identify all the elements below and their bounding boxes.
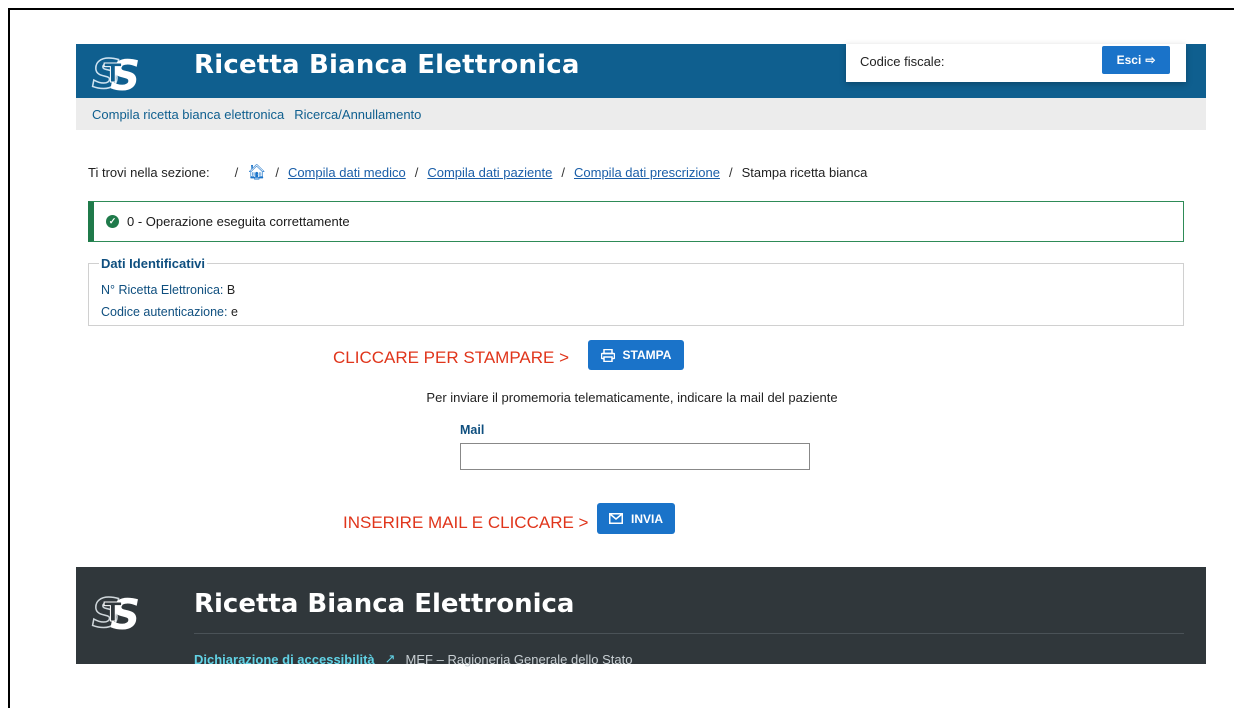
nav-item-ricerca[interactable]: Ricerca/Annullamento	[294, 107, 421, 122]
app-header: S S T Ricetta Bianca Elettronica Codice …	[76, 44, 1206, 98]
breadcrumb-prefix: Ti trovi nella sezione:	[88, 164, 210, 180]
success-alert: ✓ 0 - Operazione eseguita correttamente	[88, 201, 1184, 242]
ricetta-row: N° Ricetta Elettronica: B	[101, 283, 235, 297]
sts-logo-icon: S S T	[91, 51, 140, 96]
printer-icon	[600, 348, 615, 362]
footer-divider	[194, 633, 1184, 634]
breadcrumb-medico[interactable]: Compila dati medico	[288, 165, 406, 180]
exit-button[interactable]: Esci ⇨	[1102, 46, 1170, 74]
mail-instruction: Per inviare il promemoria telematicament…	[426, 390, 838, 405]
breadcrumb-paziente[interactable]: Compila dati paziente	[427, 165, 552, 180]
mail-label: Mail	[460, 423, 485, 437]
home-icon[interactable]: 🏠︎	[247, 163, 266, 181]
footer: S S T Ricetta Bianca Elettronica Dichiar…	[76, 567, 1206, 667]
codice-value: e	[230, 305, 238, 319]
print-annotation: CLICCARE PER STAMPARE >	[333, 348, 570, 367]
accessibility-link[interactable]: Dichiarazione di accessibilità	[194, 652, 375, 667]
breadcrumb: Ti trovi nella sezione: / 🏠︎ / Compila d…	[88, 163, 868, 181]
footer-title: Ricetta Bianca Elettronica	[194, 589, 575, 619]
invia-label: INVIA	[630, 511, 663, 526]
exit-label: Esci	[1116, 53, 1142, 67]
codice-label: Codice autenticazione:	[101, 305, 228, 319]
dati-identificativi-panel: Dati Identificativi N° Ricetta Elettroni…	[88, 256, 1184, 326]
footer-sts-logo-icon: S S T	[91, 590, 140, 635]
mail-input[interactable]	[460, 443, 810, 470]
dati-legend: Dati Identificativi	[99, 256, 208, 271]
invia-button[interactable]: INVIA	[597, 503, 675, 534]
main-nav: Compila ricetta bianca elettronica Ricer…	[76, 98, 1206, 130]
stampa-button[interactable]: STAMPA	[588, 340, 684, 370]
sign-out-icon: ⇨	[1145, 53, 1156, 67]
send-annotation: INSERIRE MAIL E CLICCARE >	[343, 513, 589, 532]
check-circle-icon: ✓	[106, 215, 119, 228]
breadcrumb-current: Stampa ricetta bianca	[741, 164, 868, 180]
app-title: Ricetta Bianca Elettronica	[194, 50, 580, 80]
ricetta-label: N° Ricetta Elettronica:	[101, 283, 224, 297]
codice-fiscale-label: Codice fiscale:	[860, 54, 945, 69]
codice-row: Codice autenticazione: e	[101, 305, 238, 319]
svg-text:T: T	[104, 598, 122, 628]
external-link-icon: ↗	[384, 651, 396, 666]
codice-fiscale-panel: Codice fiscale: Esci ⇨	[846, 44, 1186, 82]
breadcrumb-prescrizione[interactable]: Compila dati prescrizione	[574, 165, 720, 180]
footer-links: Dichiarazione di accessibilità ↗ MEF – R…	[194, 651, 632, 667]
svg-text:T: T	[104, 59, 122, 89]
envelope-icon	[608, 513, 623, 524]
success-message: 0 - Operazione eseguita correttamente	[127, 214, 350, 229]
ricetta-value: B	[226, 283, 236, 297]
footer-org: MEF – Ragioneria Generale dello Stato	[405, 651, 633, 667]
nav-item-compila[interactable]: Compila ricetta bianca elettronica	[92, 107, 284, 122]
stampa-label: STAMPA	[622, 348, 672, 362]
